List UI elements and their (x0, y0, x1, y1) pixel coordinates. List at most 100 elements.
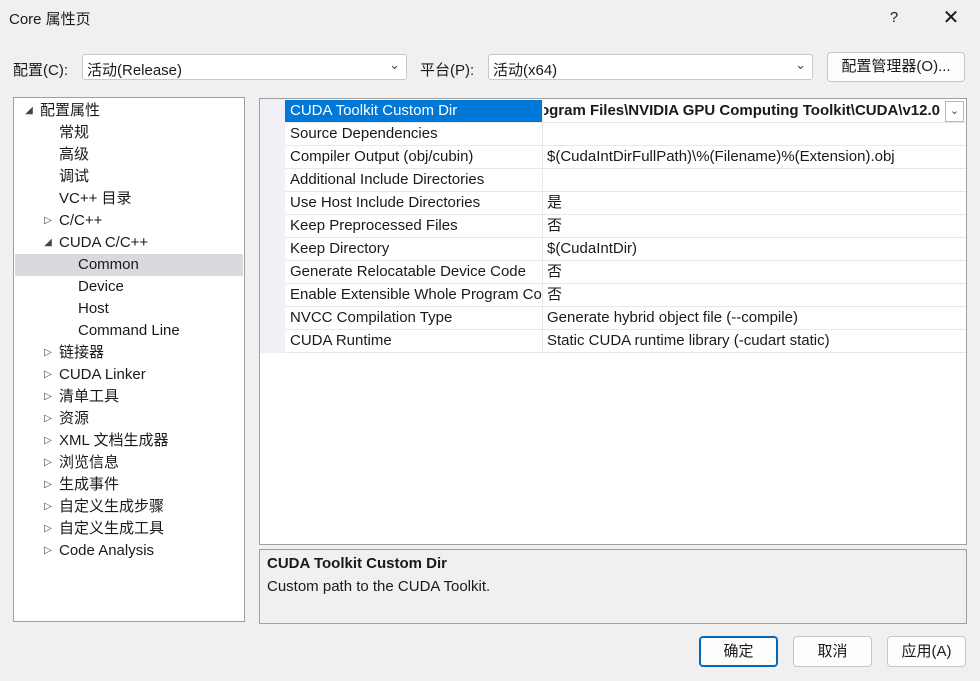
tree-item[interactable]: 调试 (15, 166, 243, 188)
config-manager-button[interactable]: 配置管理器(O)... (827, 52, 965, 82)
property-value[interactable] (544, 169, 964, 191)
property-tree[interactable]: ◢ 配置属性常规高级调试 VC++ 目录 ▷ C/C++ ◢ CUDA C/C++ Commo… (13, 97, 245, 622)
config-value: 活动(Release) (87, 62, 183, 79)
tree-item[interactable]: Host (15, 298, 243, 320)
tree-item[interactable]: Device (15, 276, 243, 298)
expanded-icon[interactable]: ◢ (23, 100, 35, 122)
expanded-icon[interactable]: ◢ (42, 232, 54, 254)
tree-item[interactable]: ▷ 资源 (15, 408, 243, 430)
collapsed-icon[interactable]: ▷ (42, 452, 54, 474)
tree-item[interactable]: ▷ XML 文档生成器 (15, 430, 243, 452)
config-combo[interactable]: 活动(Release) ⌄ (82, 54, 407, 80)
property-row[interactable]: NVCC Compilation Type Generate hybrid obj… (285, 307, 966, 330)
chevron-down-icon: ⌄ (389, 57, 400, 72)
tree-item[interactable]: ▷ 清单工具 (15, 386, 243, 408)
tree-item-label: 生成事件 (59, 476, 120, 493)
property-name: Use Host Include Directories (285, 192, 543, 214)
tree-item-label: XML 文档生成器 (59, 432, 169, 449)
collapsed-icon[interactable]: ▷ (42, 210, 54, 232)
property-row[interactable]: Enable Extensible Whole Program Compilat… (285, 284, 966, 307)
property-value[interactable]: Static CUDA runtime library (-cudart sta… (544, 330, 964, 352)
property-value[interactable]: Generate hybrid object file (--compile) (544, 307, 964, 329)
property-value[interactable]: 否 (544, 215, 964, 237)
platform-value: 活动(x64) (493, 62, 558, 79)
tree-item[interactable]: ◢ CUDA C/C++ (15, 232, 243, 254)
ok-button[interactable]: 确定 (699, 636, 778, 667)
collapsed-icon[interactable]: ▷ (42, 364, 54, 386)
tree-item[interactable]: VC++ 目录 (15, 188, 243, 210)
tree-item[interactable]: Command Line (15, 320, 243, 342)
tree-item-label: CUDA Linker (59, 366, 146, 383)
tree-item[interactable]: ▷ CUDA Linker (15, 364, 243, 386)
tree-item[interactable]: ▷ 生成事件 (15, 474, 243, 496)
property-row[interactable]: Keep Preprocessed Files 否 (285, 215, 966, 238)
tree-item[interactable]: ▷ Code Analysis (15, 540, 243, 562)
tree-item-label: Host (78, 300, 109, 317)
property-value[interactable]: 否 (544, 261, 964, 283)
collapsed-icon[interactable]: ▷ (42, 474, 54, 496)
tree-item-label: 清单工具 (59, 388, 120, 405)
collapsed-icon[interactable]: ▷ (42, 496, 54, 518)
property-name: CUDA Toolkit Custom Dir (285, 100, 543, 122)
property-row[interactable]: Generate Relocatable Device Code 否 (285, 261, 966, 284)
tree-item[interactable]: ◢ 配置属性 (15, 100, 243, 122)
tree-item-label: 配置属性 (40, 102, 101, 119)
property-value[interactable]: $(CudaIntDirFullPath)\%(Filename)%(Exten… (544, 146, 964, 168)
collapsed-icon[interactable]: ▷ (42, 342, 54, 364)
tree-item[interactable]: ▷ 自定义生成步骤 (15, 496, 243, 518)
chevron-down-icon[interactable]: ⌄ (945, 101, 964, 122)
tree-item-label: Code Analysis (59, 542, 155, 559)
property-row[interactable]: CUDA Toolkit Custom Dir C:\Program Files\… (285, 100, 966, 123)
tree-item[interactable]: 高级 (15, 144, 243, 166)
tree-item-label: 浏览信息 (59, 454, 120, 471)
description-title: CUDA Toolkit Custom Dir (267, 555, 447, 572)
property-row[interactable]: Keep Directory $(CudaIntDir) (285, 238, 966, 261)
property-row[interactable]: Use Host Include Directories 是 (285, 192, 966, 215)
collapsed-icon[interactable]: ▷ (42, 408, 54, 430)
tree-item[interactable]: Common (15, 254, 243, 276)
tree-item[interactable]: ▷ C/C++ (15, 210, 243, 232)
cancel-button[interactable]: 取消 (793, 636, 872, 667)
property-grid[interactable]: CUDA Toolkit Custom Dir C:\Program Files\… (259, 98, 967, 545)
property-name: Enable Extensible Whole Program Compilat… (285, 284, 543, 306)
collapsed-icon[interactable]: ▷ (42, 386, 54, 408)
property-value[interactable]: 是 (544, 192, 964, 214)
property-name: NVCC Compilation Type (285, 307, 543, 329)
property-name: Generate Relocatable Device Code (285, 261, 543, 283)
grid-gutter (260, 99, 285, 353)
tree-item-label: 高级 (59, 146, 90, 163)
close-icon[interactable]: ✕ (938, 6, 964, 30)
collapsed-icon[interactable]: ▷ (42, 540, 54, 562)
tree-item-label: Common (78, 256, 139, 273)
tree-item-label: 链接器 (59, 344, 105, 361)
tree-item[interactable]: ▷ 链接器 (15, 342, 243, 364)
tree-item-label: VC++ 目录 (59, 190, 132, 207)
tree-item-label: CUDA C/C++ (59, 234, 149, 251)
property-value[interactable]: $(CudaIntDir) (544, 238, 964, 260)
tree-item[interactable]: 常规 (15, 122, 243, 144)
collapsed-icon[interactable]: ▷ (42, 518, 54, 540)
tree-item[interactable]: ▷ 自定义生成工具 (15, 518, 243, 540)
tree-item-label: Device (78, 278, 124, 295)
config-label: 配置(C): (13, 62, 68, 79)
tree-item-label: 常规 (59, 124, 90, 141)
collapsed-icon[interactable]: ▷ (42, 430, 54, 452)
apply-button[interactable]: 应用(A) (887, 636, 966, 667)
property-row[interactable]: CUDA Runtime Static CUDA runtime library … (285, 330, 966, 353)
platform-combo[interactable]: 活动(x64) ⌄ (488, 54, 813, 80)
help-icon[interactable]: ? (882, 6, 906, 30)
title-bar: Core 属性页 ? ✕ (0, 0, 980, 36)
property-value[interactable]: C:\Program Files\NVIDIA GPU Computing To… (544, 100, 964, 122)
tree-item-label: 资源 (59, 410, 90, 427)
property-name: Additional Include Directories (285, 169, 543, 191)
property-value[interactable]: 否 (544, 284, 964, 306)
tree-item-label: 自定义生成步骤 (59, 498, 165, 515)
description-panel: CUDA Toolkit Custom Dir Custom path to t… (259, 549, 967, 624)
property-row[interactable]: Compiler Output (obj/cubin) $(CudaIntDirF… (285, 146, 966, 169)
tree-item[interactable]: ▷ 浏览信息 (15, 452, 243, 474)
property-row[interactable]: Source Dependencies (285, 123, 966, 146)
window-title: Core 属性页 (9, 11, 91, 28)
property-value[interactable] (544, 123, 964, 145)
property-row[interactable]: Additional Include Directories (285, 169, 966, 192)
tree-item-label: C/C++ (59, 212, 103, 229)
